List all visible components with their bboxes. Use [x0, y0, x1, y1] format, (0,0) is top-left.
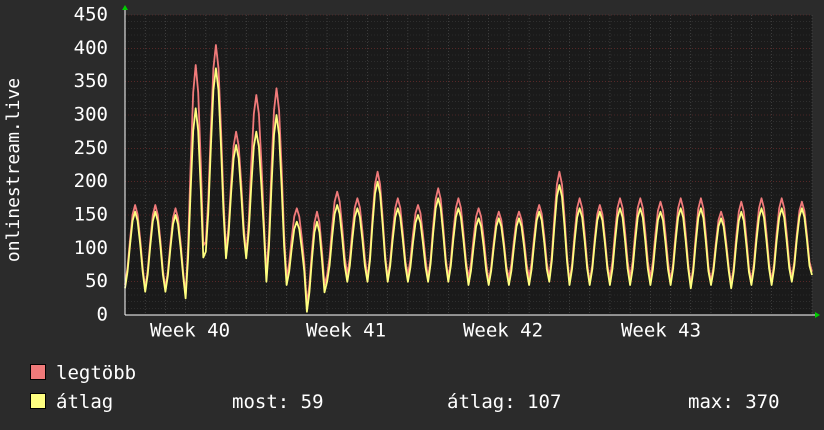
y-tick-label: 450	[74, 4, 108, 26]
y-axis-title: onlinestream.live	[3, 78, 24, 262]
y-axis-ticks: 0 50 100 150 200 250 300 350 400 450	[74, 4, 108, 326]
y-tick-label: 0	[97, 304, 108, 326]
y-axis-label: onlinestream.live	[3, 78, 24, 262]
y-tick-label: 100	[74, 237, 108, 259]
x-tick-label: Week 43	[621, 320, 701, 342]
stat-avg: átlag: 107	[447, 391, 562, 413]
x-axis-arrow	[815, 312, 820, 318]
y-tick-label: 400	[74, 37, 108, 59]
x-tick-label: Week 42	[463, 320, 543, 342]
y-tick-label: 350	[74, 70, 108, 92]
y-tick-label: 150	[74, 204, 108, 226]
y-tick-label: 250	[74, 137, 108, 159]
x-tick-label: Week 41	[306, 320, 386, 342]
legend-swatch	[30, 364, 46, 380]
legend-swatch	[30, 393, 46, 409]
legend-label: átlag	[56, 391, 114, 413]
y-tick-label: 300	[74, 104, 108, 126]
stat-max: max: 370	[688, 391, 780, 413]
x-tick-label: Week 40	[150, 320, 230, 342]
y-tick-label: 200	[74, 170, 108, 192]
y-tick-label: 50	[85, 270, 108, 292]
stat-most: most: 59	[232, 391, 324, 413]
legend-item-atlag: átlag	[30, 391, 113, 413]
y-axis-arrow	[122, 5, 128, 10]
legend-item-legtobb: legtöbb	[30, 362, 136, 384]
x-axis-ticks: Week 40 Week 41 Week 42 Week 43	[150, 320, 701, 342]
legend-label: legtöbb	[56, 362, 137, 384]
